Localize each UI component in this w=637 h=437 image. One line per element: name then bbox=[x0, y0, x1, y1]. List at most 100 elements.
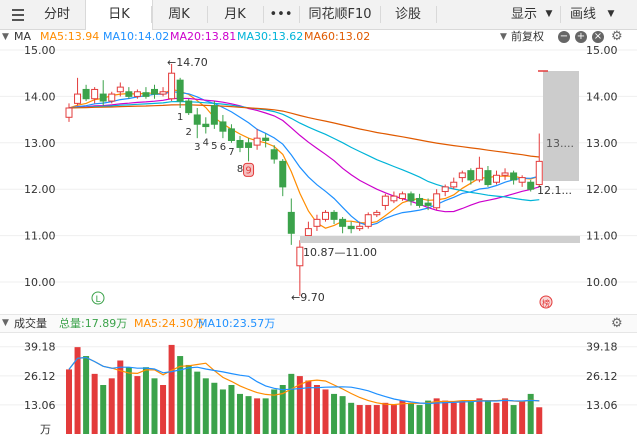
candle[interactable] bbox=[407, 193, 415, 202]
volume-bar[interactable] bbox=[91, 373, 98, 434]
zoom-out-icon[interactable]: − bbox=[558, 31, 570, 43]
volume-bar[interactable] bbox=[348, 402, 355, 434]
candle[interactable] bbox=[381, 195, 389, 206]
candle[interactable] bbox=[219, 121, 227, 132]
draw-line-button[interactable]: 画线 bbox=[561, 0, 605, 29]
volume-bar[interactable] bbox=[467, 400, 474, 434]
volume-bar[interactable] bbox=[476, 398, 483, 434]
volume-bar[interactable] bbox=[493, 402, 500, 434]
candle[interactable] bbox=[501, 172, 509, 176]
chevron-down-icon[interactable]: ▼ bbox=[500, 29, 507, 45]
volume-chart[interactable]: 39.18 39.18 26.12 26.12 13.06 13.06 万 bbox=[0, 332, 637, 437]
candle[interactable] bbox=[484, 170, 492, 186]
volume-bar[interactable] bbox=[108, 378, 115, 434]
candle[interactable] bbox=[116, 86, 124, 93]
volume-bar[interactable] bbox=[83, 356, 90, 434]
volume-bar[interactable] bbox=[271, 389, 278, 434]
volume-bar[interactable] bbox=[134, 376, 141, 434]
candle[interactable] bbox=[510, 172, 518, 181]
candle[interactable] bbox=[253, 137, 261, 146]
candle[interactable] bbox=[347, 225, 355, 230]
tab-weekly-k[interactable]: 周K bbox=[151, 0, 207, 29]
candle[interactable] bbox=[270, 149, 278, 160]
volume-bar[interactable] bbox=[245, 396, 252, 434]
candle[interactable] bbox=[330, 211, 338, 220]
candle[interactable] bbox=[176, 79, 184, 102]
close-icon[interactable]: × bbox=[592, 31, 604, 43]
volume-bar[interactable] bbox=[142, 367, 149, 434]
candle[interactable] bbox=[304, 228, 312, 237]
gear-icon[interactable]: ⚙ bbox=[611, 29, 623, 45]
candle[interactable] bbox=[210, 105, 218, 125]
candle[interactable] bbox=[390, 195, 398, 202]
candle[interactable] bbox=[313, 218, 321, 227]
volume-bar[interactable] bbox=[313, 385, 320, 434]
volume-bar[interactable] bbox=[365, 405, 372, 434]
candle[interactable] bbox=[458, 172, 466, 179]
volume-bar[interactable] bbox=[339, 396, 346, 434]
volume-bar[interactable] bbox=[425, 400, 432, 434]
candle[interactable] bbox=[91, 88, 99, 100]
candle[interactable] bbox=[322, 211, 329, 220]
candle[interactable] bbox=[82, 88, 90, 100]
volume-bar[interactable] bbox=[237, 393, 243, 434]
volume-bar[interactable] bbox=[442, 400, 449, 434]
gear-icon[interactable]: ⚙ bbox=[611, 315, 623, 332]
volume-bar[interactable] bbox=[151, 378, 158, 434]
volume-title[interactable]: 成交量 bbox=[14, 315, 47, 332]
candle[interactable] bbox=[142, 92, 150, 97]
volume-bar[interactable] bbox=[125, 367, 132, 434]
ma-title[interactable]: MA bbox=[14, 29, 31, 45]
volume-bar[interactable] bbox=[450, 402, 457, 434]
candle[interactable] bbox=[74, 93, 82, 104]
volume-bar[interactable] bbox=[288, 373, 295, 434]
candle[interactable] bbox=[99, 93, 107, 102]
price-chart[interactable]: 13.... 12.1... ←14.70 ←9.70 10.87—11.00 … bbox=[0, 45, 637, 313]
adjust-selector[interactable]: 前复权 bbox=[511, 29, 544, 45]
volume-bar[interactable] bbox=[331, 393, 338, 434]
volume-bar[interactable] bbox=[262, 398, 269, 434]
f10-button[interactable]: 同花顺F10 bbox=[300, 0, 380, 29]
volume-bar[interactable] bbox=[202, 378, 209, 434]
volume-bar[interactable] bbox=[459, 400, 466, 434]
candle[interactable] bbox=[227, 128, 235, 141]
candle[interactable] bbox=[356, 225, 364, 230]
candle[interactable] bbox=[475, 167, 483, 181]
volume-bar[interactable] bbox=[390, 405, 397, 434]
volume-bar[interactable] bbox=[519, 400, 526, 434]
candle[interactable] bbox=[287, 211, 295, 234]
chevron-down-icon[interactable]: ▼ bbox=[543, 0, 555, 29]
volume-bar[interactable] bbox=[536, 407, 543, 434]
more-periods-button[interactable]: ••• bbox=[263, 0, 299, 29]
candle[interactable] bbox=[279, 160, 287, 188]
candle[interactable] bbox=[527, 181, 535, 190]
candle[interactable] bbox=[493, 174, 500, 183]
candle[interactable] bbox=[433, 193, 441, 209]
volume-bar[interactable] bbox=[219, 389, 226, 434]
volume-bar[interactable] bbox=[100, 385, 107, 434]
volume-bar[interactable] bbox=[502, 398, 509, 434]
candle[interactable] bbox=[193, 114, 201, 125]
diagnose-button[interactable]: 诊股 bbox=[380, 0, 436, 29]
candle[interactable] bbox=[151, 88, 158, 95]
candle[interactable] bbox=[185, 100, 193, 114]
candle[interactable] bbox=[398, 193, 406, 199]
candle[interactable] bbox=[450, 181, 458, 188]
volume-bar[interactable] bbox=[416, 405, 423, 434]
candle[interactable] bbox=[108, 93, 116, 102]
candle[interactable] bbox=[467, 170, 475, 181]
volume-bar[interactable] bbox=[356, 405, 363, 434]
volume-bar[interactable] bbox=[382, 402, 389, 434]
candle[interactable] bbox=[441, 186, 449, 193]
candle[interactable] bbox=[535, 160, 543, 186]
candle[interactable] bbox=[424, 202, 432, 206]
volume-bar[interactable] bbox=[185, 364, 192, 434]
collapse-triangle-icon[interactable]: ▼ bbox=[2, 315, 9, 332]
volume-bar[interactable] bbox=[228, 385, 235, 434]
collapse-triangle-icon[interactable]: ▼ bbox=[2, 29, 9, 45]
volume-bar[interactable] bbox=[373, 405, 380, 434]
tab-intraday[interactable]: 分时 bbox=[33, 0, 81, 29]
chevron-down-icon[interactable]: ▼ bbox=[605, 0, 617, 29]
candle[interactable] bbox=[518, 177, 526, 183]
volume-bar[interactable] bbox=[510, 405, 517, 434]
